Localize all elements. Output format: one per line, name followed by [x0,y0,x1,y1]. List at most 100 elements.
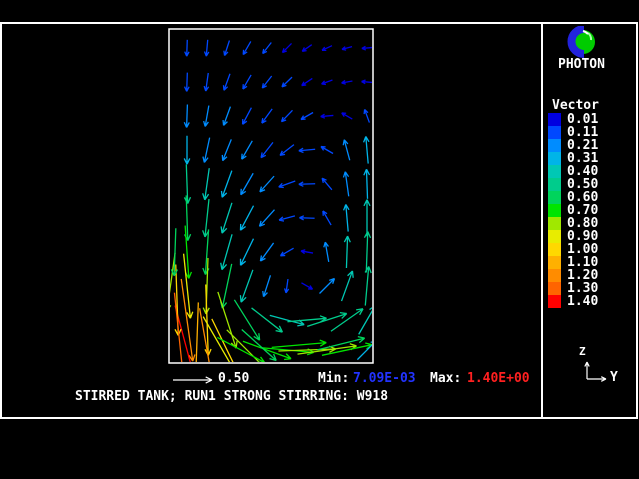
vector-arrow [299,148,315,152]
vector-arrow [343,172,348,197]
legend-swatch [548,295,561,308]
vector-plot-area[interactable] [0,0,639,479]
vector-arrow [282,77,292,87]
vector-arrow [243,75,251,89]
vector-arrow [204,73,208,91]
photon-logo-label: PHOTON [558,58,605,71]
vector-arrow [262,109,272,123]
vector-arrow [343,140,350,160]
vector-arrow [324,242,329,262]
axis-z-arrow [585,362,589,379]
legend-swatch [548,139,561,152]
vector-arrow [204,106,209,127]
vector-arrow [221,203,232,233]
vector-arrow [299,182,315,186]
vector-arrow [203,138,210,163]
vector-arrow [320,279,335,294]
vector-arrow [301,283,312,289]
vector-arrow [302,45,312,52]
vector-arrow [243,108,252,125]
vector-arrow [242,141,253,159]
vector-arrow [285,279,289,293]
legend-row: 1.40 [548,295,598,308]
max-label: Max: [430,372,461,385]
vector-arrow [364,169,370,199]
vector-arrow [203,168,210,200]
min-label: Min: [318,372,349,385]
vector-arrow [252,308,283,332]
vector-arrow [364,109,369,122]
vector-arrow [362,46,372,50]
legend-swatch [548,113,561,126]
vector-arrow [344,204,349,231]
vector-arrow [364,232,370,273]
vector-arrow [342,80,353,84]
legend-swatch [548,256,561,269]
vector-arrows [165,40,377,395]
legend-swatch [548,152,561,165]
vector-arrow [217,337,264,362]
vector-arrow [221,234,232,269]
vector-arrow [222,139,231,160]
vector-arrow [227,330,267,370]
legend-swatch [548,243,561,256]
vector-arrow [280,145,294,156]
vector-arrow [279,181,296,188]
vector-arrow [262,76,271,88]
vector-arrow [185,226,191,279]
vector-arrow [342,271,354,301]
vector-arrow [331,309,363,331]
axis-y-label: Y [610,371,618,384]
vector-arrow [221,171,231,198]
vector-arrow [322,178,332,190]
vector-arrow [263,275,271,296]
vector-arrow [193,302,199,377]
vector-arrow [221,264,232,308]
legend-title: Vector [552,99,599,112]
legend-swatch [548,165,561,178]
vector-arrow [282,110,293,121]
vector-arrow [362,80,373,84]
legend-swatch [548,230,561,243]
vector-arrow [243,41,251,54]
vector-arrow [205,40,209,56]
min-value: 7.09E-03 [353,372,416,385]
vector-arrow [185,40,189,56]
vector-arrow [240,206,253,231]
vector-arrow [184,136,190,164]
axis-z-label: Z [579,346,586,357]
vector-arrow [321,147,333,154]
vector-arrow [342,113,353,119]
vector-legend: 0.010.110.210.310.400.500.600.700.800.90… [548,113,598,308]
vector-arrow [322,46,332,51]
legend-swatch [548,178,561,191]
vector-arrow [299,216,314,220]
vector-arrow [302,78,313,85]
scale-value-label: 0.50 [218,372,249,385]
vector-arrow [240,270,252,302]
vector-arrow [241,173,253,194]
vector-arrow [323,211,331,225]
legend-swatch [548,204,561,217]
vector-arrow [223,107,230,126]
legend-swatch [548,282,561,295]
legend-value: 1.40 [567,295,598,308]
vector-arrow [263,42,272,53]
vector-arrow [287,316,326,322]
vector-arrow [261,142,273,157]
vector-arrow [364,136,369,163]
plot-title: STIRRED TANK; RUN1 STRONG STIRRING: W918 [75,390,388,403]
legend-swatch [548,126,561,139]
vector-arrow [185,73,190,92]
vector-arrow [279,216,295,221]
vector-arrow [342,47,352,51]
vector-arrow [321,114,334,118]
vector-arrow [344,236,350,268]
vector-arrow [174,293,185,380]
vector-arrow [184,164,190,203]
vector-arrow [322,80,333,84]
legend-swatch [548,217,561,230]
vector-arrow [260,210,275,227]
vector-arrow [165,253,175,311]
vector-arrow [282,43,291,52]
